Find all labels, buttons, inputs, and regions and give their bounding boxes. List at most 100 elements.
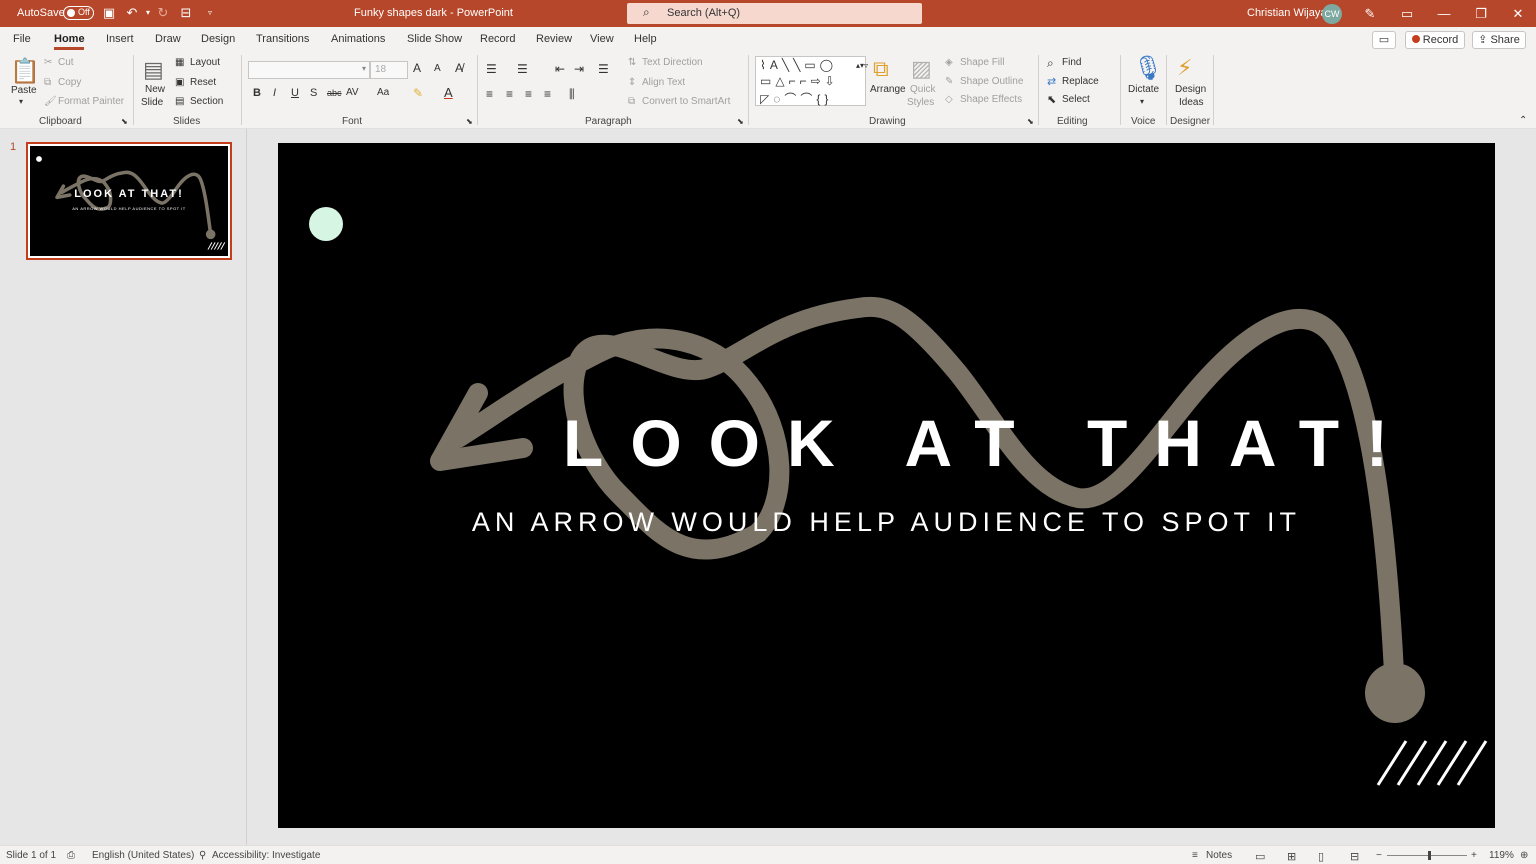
dictate-button[interactable]: Dictate [1128,84,1159,95]
accessibility-status[interactable]: Accessibility: Investigate [212,850,320,861]
section-button[interactable]: Section [190,96,223,107]
format-painter-button[interactable]: Format Painter [58,96,124,107]
line-spacing-icon[interactable]: ☰ [598,62,609,76]
search-box[interactable]: ⌕ Search (Alt+Q) [627,3,922,24]
tab-record[interactable]: Record [480,33,515,45]
font-color-icon[interactable]: A [444,85,453,100]
customize-qat-icon[interactable]: ▿ [202,5,218,21]
arrange-button[interactable]: Arrange [870,84,906,95]
design-ideas-icon[interactable]: ⚡ [1177,55,1192,81]
change-case-button[interactable]: Aa [377,87,389,98]
quick-styles-icon[interactable]: ▨ [911,56,932,82]
design-ideas-label-1[interactable]: Design [1175,84,1206,95]
microphone-icon[interactable]: 🎙 [1133,54,1163,83]
paste-dropdown-icon[interactable]: ▾ [19,97,23,106]
ribbon-display-icon[interactable]: ▭ [1389,0,1425,27]
shapes-row-1[interactable]: ⌇A╲╲▭◯ [760,58,837,72]
shapes-gallery[interactable]: ⌇A╲╲▭◯ ▭△⌐⌐⇨⇩ ◸◌⌒⌒{} ▴▾▿ [755,56,868,107]
quick-styles-label-2[interactable]: Styles [907,97,934,108]
tab-design[interactable]: Design [201,33,235,45]
strikethrough-button[interactable]: abc [327,88,342,98]
avatar[interactable]: CW [1322,4,1342,24]
select-button[interactable]: Select [1062,94,1090,105]
tab-slide-show[interactable]: Slide Show [407,33,462,45]
undo-icon[interactable]: ↶ [124,5,140,21]
tab-view[interactable]: View [590,33,614,45]
tab-insert[interactable]: Insert [106,33,134,45]
paragraph-launcher-icon[interactable]: ⬊ [737,117,744,126]
zoom-slider-handle[interactable] [1428,851,1431,860]
clipboard-launcher-icon[interactable]: ⬊ [121,117,128,126]
find-button[interactable]: Find [1062,57,1081,68]
convert-smartart-button[interactable]: Convert to SmartArt [642,96,730,107]
character-spacing-button[interactable]: AV [346,87,359,98]
user-name[interactable]: Christian Wijaya [1247,7,1326,19]
comments-button[interactable]: ▭ [1372,31,1396,49]
slide-subtitle[interactable]: AN ARROW WOULD HELP AUDIENCE TO SPOT IT [278,507,1495,538]
slideshow-view-icon[interactable]: ⊟ [1350,850,1359,863]
shape-fill-button[interactable]: Shape Fill [960,57,1004,68]
bold-button[interactable]: B [253,87,261,99]
spellcheck-icon[interactable]: ⎙ [67,850,75,861]
tab-draw[interactable]: Draw [155,33,181,45]
reading-view-icon[interactable]: ▯ [1318,850,1324,863]
record-button[interactable]: Record [1405,31,1465,49]
justify-icon[interactable]: ≡ [544,87,551,101]
quick-styles-label-1[interactable]: Quick [910,84,936,95]
slide-title[interactable]: LOOK AT THAT! [278,405,1495,481]
grow-font-button[interactable]: A [413,61,421,75]
align-center-icon[interactable]: ≡ [506,87,513,101]
present-icon[interactable]: ⊟ [178,5,194,21]
drawing-launcher-icon[interactable]: ⬊ [1027,117,1034,126]
font-size-field[interactable]: 18 [370,61,408,79]
tab-help[interactable]: Help [634,33,657,45]
underline-button[interactable]: U [291,87,299,99]
shape-outline-button[interactable]: Shape Outline [960,76,1023,87]
reset-button[interactable]: Reset [190,77,216,88]
numbering-icon[interactable]: ☰ [517,62,528,76]
zoom-in-icon[interactable]: + [1471,850,1477,861]
dictate-dropdown-icon[interactable]: ▾ [1140,97,1144,106]
align-text-button[interactable]: Align Text [642,77,685,88]
close-icon[interactable]: ✕ [1500,0,1536,27]
increase-indent-icon[interactable]: ⇥ [574,62,584,76]
zoom-level[interactable]: 119% [1489,850,1514,861]
text-shadow-button[interactable]: S [310,87,317,99]
shrink-font-button[interactable]: A [434,63,441,74]
slide-thumbnail[interactable]: LOOK AT THAT! AN ARROW WOULD HELP AUDIEN… [26,142,232,260]
shape-effects-button[interactable]: Shape Effects [960,94,1022,105]
paste-icon[interactable]: 📋 [10,57,40,86]
italic-button[interactable]: I [273,87,276,99]
restore-icon[interactable]: ❐ [1463,0,1499,27]
highlight-color-icon[interactable]: ✎ [413,86,423,100]
save-icon[interactable]: ▣ [101,5,117,21]
notes-button[interactable]: Notes [1206,850,1232,861]
font-name-field[interactable]: ▾ [248,61,370,79]
zoom-slider[interactable] [1387,855,1467,856]
copy-button[interactable]: Copy [58,77,81,88]
paste-button[interactable]: Paste [11,85,37,96]
tab-animations[interactable]: Animations [331,33,385,45]
tab-review[interactable]: Review [536,33,572,45]
zoom-out-icon[interactable]: − [1376,850,1382,861]
collapse-ribbon-icon[interactable]: ⌃ [1519,115,1527,126]
align-left-icon[interactable]: ≡ [486,87,493,101]
pen-icon[interactable]: ✎ [1352,0,1388,27]
normal-view-icon[interactable]: ▭ [1255,850,1265,863]
tab-transitions[interactable]: Transitions [256,33,309,45]
fit-to-window-icon[interactable]: ⊕ [1520,850,1528,861]
minimize-icon[interactable]: — [1426,0,1462,27]
new-slide-label-1[interactable]: New [145,84,165,95]
decrease-indent-icon[interactable]: ⇤ [555,62,565,76]
tab-file[interactable]: File [13,33,31,45]
design-ideas-label-2[interactable]: Ideas [1179,97,1203,108]
arrange-icon[interactable]: ⧉ [873,56,889,82]
undo-dropdown-icon[interactable]: ▾ [140,5,156,21]
tab-home[interactable]: Home [54,33,85,45]
new-slide-label-2[interactable]: Slide [141,97,163,108]
shapes-row-2[interactable]: ▭△⌐⌐⇨⇩ [760,74,839,88]
replace-button[interactable]: Replace [1062,76,1099,87]
shapes-row-3[interactable]: ◸◌⌒⌒{} [760,90,832,107]
new-slide-icon[interactable]: ▤ [143,57,164,83]
layout-button[interactable]: Layout [190,57,220,68]
